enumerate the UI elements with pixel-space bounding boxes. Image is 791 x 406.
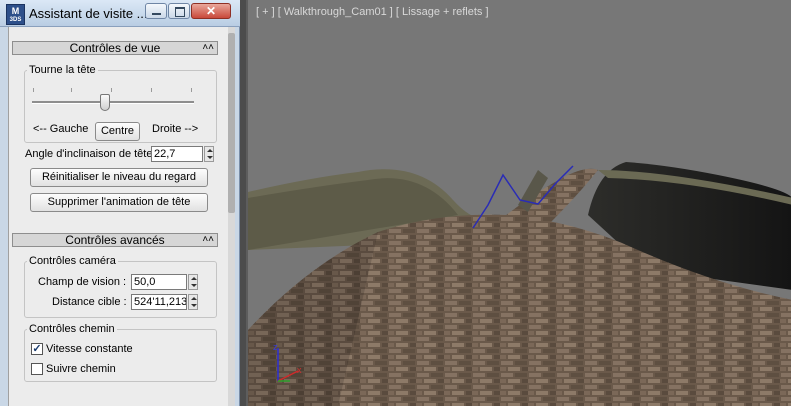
scrollbar-thumb[interactable] xyxy=(228,33,235,213)
reset-eye-level-button[interactable]: Réinitialiser le niveau du regard xyxy=(30,168,208,187)
slider-tick xyxy=(151,88,152,92)
field-of-view-label: Champ de vision : xyxy=(38,276,127,288)
slider-tick xyxy=(33,88,34,92)
axis-z-label: z xyxy=(273,342,278,352)
slider-tick xyxy=(71,88,72,92)
slider-tick xyxy=(111,88,112,92)
collapse-icon[interactable]: ˄˄ xyxy=(202,42,214,54)
follow-path-label: Suivre chemin xyxy=(46,363,116,375)
close-icon: ✕ xyxy=(205,4,217,18)
left-direction-label: <-- Gauche xyxy=(33,123,89,135)
field-of-view-input[interactable]: 50,0 xyxy=(131,274,187,290)
axis-x-label: x xyxy=(297,365,302,375)
head-turn-slider-thumb[interactable] xyxy=(100,94,110,111)
follow-path-checkbox[interactable] xyxy=(31,363,43,375)
dialog-titlebar[interactable]: M 3DS Assistant de visite ... ✕ xyxy=(0,0,240,27)
panel-scrollbar[interactable] xyxy=(228,27,235,406)
collapse-icon[interactable]: ˄˄ xyxy=(202,234,214,246)
maximize-button[interactable] xyxy=(168,3,190,19)
turn-head-group-label: Tourne la tête xyxy=(27,64,98,76)
tilt-angle-input[interactable]: 22,7 xyxy=(151,146,203,162)
viewport-label[interactable]: [ + ] [ Walkthrough_Cam01 ] [ Lissage + … xyxy=(256,6,489,18)
tilt-angle-spinner[interactable] xyxy=(204,146,214,162)
app-icon-letter: M xyxy=(11,6,20,16)
camera-controls-label: Contrôles caméra xyxy=(27,255,118,267)
3dsmax-app-icon: M 3DS xyxy=(6,4,25,25)
center-button[interactable]: Centre xyxy=(95,122,140,141)
path-controls-label: Contrôles chemin xyxy=(27,323,117,335)
head-turn-slider-track[interactable] xyxy=(32,101,194,104)
scene-render: z x xyxy=(248,0,791,406)
camera-viewport[interactable]: z x [ + ] [ Walkthrough_Cam01 ] [ Lissag… xyxy=(246,0,791,406)
app-icon-sub: 3DS xyxy=(9,17,22,23)
slider-tick xyxy=(191,88,192,92)
view-controls-title: Contrôles de vue xyxy=(69,41,161,55)
dialog-title: Assistant de visite ... xyxy=(29,6,148,21)
close-button[interactable]: ✕ xyxy=(191,3,231,19)
minimize-button[interactable] xyxy=(145,3,167,19)
target-distance-spinner[interactable] xyxy=(188,294,198,310)
constant-speed-label: Vitesse constante xyxy=(46,343,133,355)
delete-head-animation-button[interactable]: Supprimer l'animation de tête xyxy=(30,193,208,212)
advanced-controls-title: Contrôles avancés xyxy=(65,233,165,247)
view-controls-rollout-header[interactable]: Contrôles de vue ˄˄ xyxy=(12,41,218,55)
target-distance-input[interactable]: 524'11,213 xyxy=(131,294,187,310)
right-direction-label: Droite --> xyxy=(152,123,199,135)
constant-speed-checkbox[interactable]: ✓ xyxy=(31,343,43,355)
tilt-angle-label: Angle d'inclinaison de tête xyxy=(25,148,153,160)
field-of-view-spinner[interactable] xyxy=(188,274,198,290)
target-distance-label: Distance cible : xyxy=(52,296,127,308)
advanced-controls-rollout-header[interactable]: Contrôles avancés ˄˄ xyxy=(12,233,218,247)
